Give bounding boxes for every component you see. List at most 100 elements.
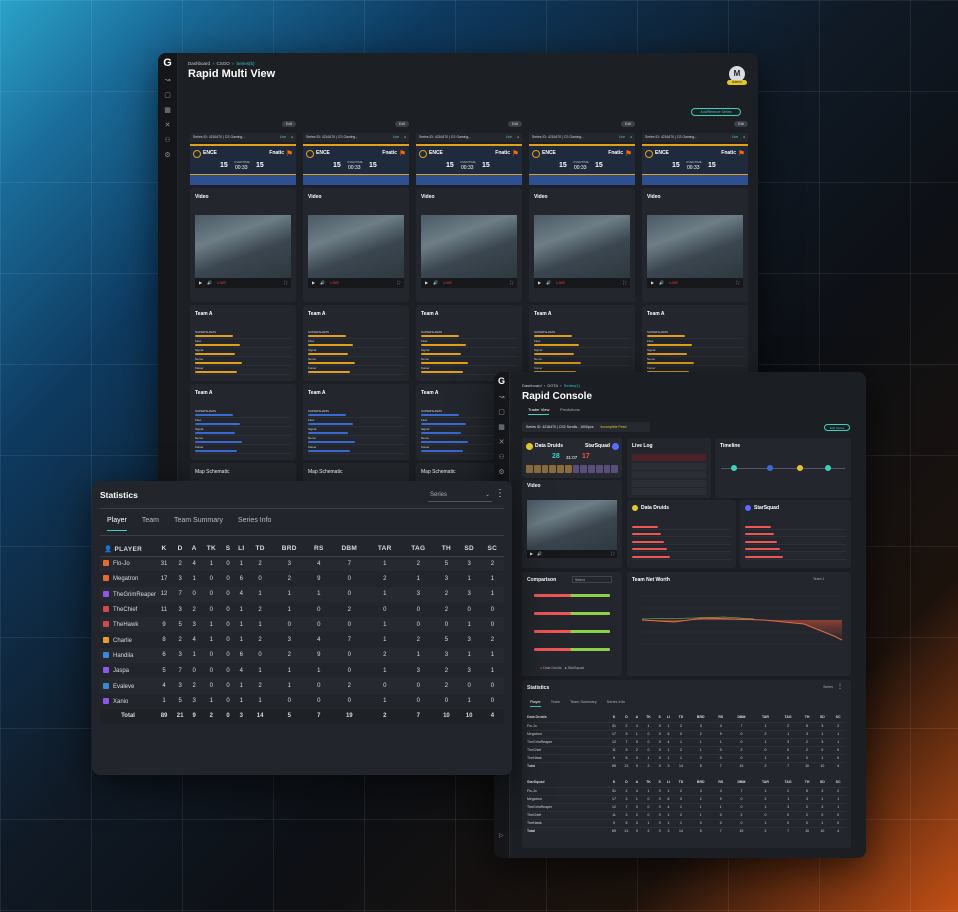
console-volume-icon[interactable]: 🔊 [537,551,542,556]
nav-chart-icon[interactable]: ↝ [158,76,177,84]
add-remove-series-button[interactable]: Add/Remove Series [691,108,741,116]
col-td[interactable]: TD [249,542,271,556]
console-stats-more-icon[interactable]: ⋮ [837,683,843,690]
comparison-select[interactable]: Select [572,576,612,583]
table-row[interactable]: Evaleve 4 3 2 0 0 1 2 1 0 2 0 0 2 0 0 [100,678,504,694]
console-stats-tab[interactable]: Team Summary [570,700,597,704]
table-row[interactable]: TheGrimReaper 12 7 0 0 0 4 1 1 1 0 1 3 2 3 1 [100,586,504,602]
statistics-dropdown[interactable]: Series ⌄ [428,489,492,502]
nav-grid-icon[interactable]: ▦ [158,106,177,114]
play-icon[interactable]: ▶ [199,280,202,285]
stat-cell: 9 [317,575,321,582]
video-player[interactable]: ▶ 🔊 LIVE ⛶ [421,215,517,288]
video-player[interactable]: ▶ 🔊 LIVE ⛶ [308,215,404,288]
console-stats-cell: 3 [625,748,628,752]
console-nav-sword-icon[interactable]: ✕ [494,438,509,446]
col-th[interactable]: TH [435,542,457,556]
col-li[interactable]: LI [234,542,249,556]
player-name: Nemo [647,357,656,361]
console-breadcrumb-dashboard[interactable]: Dashboard [522,383,542,388]
console-stats-dropdown[interactable]: Series [823,685,833,689]
table-row[interactable]: Handila 6 3 1 0 0 6 0 2 9 0 2 1 3 1 1 [100,647,504,664]
console-tab-trader[interactable]: Trader View [528,407,550,415]
console-tab-predictions[interactable]: Predictions [560,407,580,412]
col-rs[interactable]: RS [307,542,330,556]
console-stats-tab[interactable]: Team [551,700,560,704]
video-player[interactable]: ▶ 🔊 LIVE ⛶ [647,215,743,288]
statistics-tab-player[interactable]: Player [107,517,127,531]
edit-button[interactable]: Edit [395,121,409,127]
col-sd[interactable]: SD [458,542,481,556]
volume-icon[interactable]: 🔊 [207,280,212,285]
col-d[interactable]: D [172,542,188,556]
fullscreen-icon[interactable]: ⛶ [510,278,513,288]
breadcrumb-dashboard[interactable]: Dashboard [188,61,210,66]
statistics-tab-team[interactable]: Team [142,517,159,524]
statistics-more-icon[interactable]: ⋮ [495,488,505,499]
nav-team-icon[interactable]: ⚙ [158,151,177,159]
console-stats-cell: 0 [740,756,743,760]
table-row[interactable]: TheChief 11 3 2 0 0 1 2 1 0 2 0 0 2 0 0 [100,601,504,618]
col-k[interactable]: K [156,542,172,556]
breadcrumb-csgo[interactable]: CSGO [217,61,230,66]
table-row[interactable]: Megatron 17 3 1 0 0 6 0 2 9 0 2 1 3 1 1 [100,571,504,587]
console-nav-monitor-icon[interactable]: ▢ [494,408,509,416]
player-name: Flow [195,339,202,343]
col-sc[interactable]: SC [481,542,504,556]
table-row[interactable]: TheHawk 9 5 3 1 0 1 1 0 0 0 1 0 0 1 0 [100,617,504,633]
player-bar [195,414,233,416]
edit-button[interactable]: Edit [282,121,296,127]
console-nav-team-icon[interactable]: ⚙ [494,468,509,476]
col-player[interactable]: 👤 PLAYER [100,542,156,556]
nav-sword-icon[interactable]: ✕ [158,121,177,129]
statistics-tab-team-summary[interactable]: Team Summary [174,517,223,524]
edit-button[interactable]: Edit [621,121,635,127]
play-icon[interactable]: ▶ [425,280,428,285]
volume-icon[interactable]: 🔊 [546,280,551,285]
nav-users-icon[interactable]: ⚇ [158,136,177,144]
col-s[interactable]: S [222,542,233,556]
volume-icon[interactable]: 🔊 [659,280,664,285]
col-tar[interactable]: TAR [368,542,401,556]
table-row[interactable]: Xanio 1 5 3 1 0 1 1 0 0 0 1 0 0 1 0 [100,693,504,709]
table-row[interactable]: Jaspa 5 7 0 0 0 4 1 1 1 0 1 3 2 3 1 [100,663,504,679]
edit-button[interactable]: Edit [734,121,748,127]
console-collapse-icon[interactable]: ▷ [499,832,504,839]
fullscreen-icon[interactable]: ⛶ [623,278,626,288]
edit-series-button[interactable]: Edit Series [824,424,850,431]
col-tk[interactable]: TK [200,542,222,556]
col-dbm[interactable]: DBM [330,542,368,556]
table-row[interactable]: Charlie 8 2 4 1 0 1 2 3 4 7 1 2 5 3 2 [100,632,504,648]
volume-icon[interactable]: 🔊 [320,280,325,285]
video-player[interactable]: ▶ 🔊 LIVE ⛶ [195,215,291,288]
console-fullscreen-icon[interactable]: ⛶ [611,550,614,558]
console-nav-users-icon[interactable]: ⚇ [494,453,509,461]
fullscreen-icon[interactable]: ⛶ [736,278,739,288]
console-nav-chart-icon[interactable]: ↝ [494,393,509,401]
player-row: Nemo [195,357,291,366]
fullscreen-icon[interactable]: ⛶ [284,278,287,288]
console-video-player[interactable]: ▶ 🔊 ⛶ [527,500,617,558]
console-stats-tab[interactable]: Player [530,700,541,707]
video-player[interactable]: ▶ 🔊 LIVE ⛶ [534,215,630,288]
table-row[interactable]: Flo-Jo 31 2 4 1 0 1 2 3 4 7 1 2 5 3 2 [100,556,504,572]
edit-button[interactable]: Edit [508,121,522,127]
series-game: CS Gaming... [563,135,585,139]
fullscreen-icon[interactable]: ⛶ [397,278,400,288]
console-breadcrumb-dota[interactable]: DOTA [547,383,558,388]
play-icon[interactable]: ▶ [538,280,541,285]
col-tag[interactable]: TAG [401,542,435,556]
player-cell: Evaleve [100,678,156,693]
console-play-icon[interactable]: ▶ [530,551,533,556]
statistics-tab-series-info[interactable]: Series Info [238,517,271,524]
play-icon[interactable]: ▶ [312,280,315,285]
play-icon[interactable]: ▶ [651,280,654,285]
col-a[interactable]: A [188,542,200,556]
col-brd[interactable]: BRD [271,542,307,556]
stat-cell: 7 [347,637,351,644]
console-nav-grid-icon[interactable]: ▦ [494,423,509,431]
console-stats-tab[interactable]: Series Info [607,700,625,704]
net-worth-select[interactable]: Team 1 [813,576,843,583]
nav-monitor-icon[interactable]: ▢ [158,91,177,99]
volume-icon[interactable]: 🔊 [433,280,438,285]
